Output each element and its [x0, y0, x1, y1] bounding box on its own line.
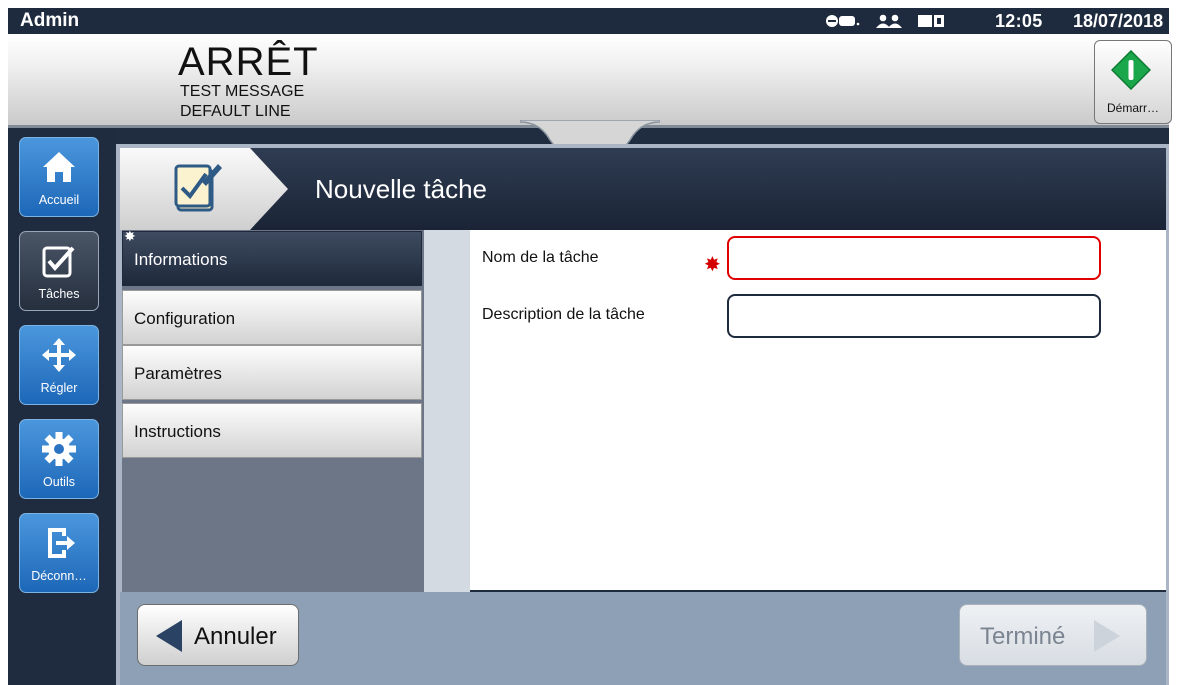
task-name-input[interactable]: [727, 236, 1101, 280]
nav-logout-button[interactable]: Déconn…: [19, 513, 99, 593]
clock-date: 18/07/2018: [1073, 11, 1164, 31]
current-line-name: DEFAULT LINE: [180, 103, 291, 120]
nav-tasks-label: Tâches: [38, 287, 80, 301]
cancel-button[interactable]: Annuler: [137, 604, 299, 666]
done-label: Terminé: [980, 623, 1066, 650]
done-button[interactable]: Terminé: [959, 604, 1147, 666]
move-icon: [42, 338, 76, 372]
tab-parametres[interactable]: Paramètres: [122, 345, 422, 400]
tab-instructions[interactable]: Instructions: [122, 403, 422, 458]
arrow-left-icon: [156, 620, 182, 652]
storage-icon: [918, 15, 944, 27]
clock-time: 12:05: [995, 11, 1043, 31]
home-icon: [43, 152, 75, 182]
cancel-label: Annuler: [194, 623, 277, 650]
nav-adjust-label: Régler: [40, 381, 78, 395]
start-icon: [1111, 50, 1151, 90]
nav-home-button[interactable]: Accueil: [19, 137, 99, 217]
tab-parametres-label: Paramètres: [134, 364, 222, 383]
tab-informations-label: Informations: [134, 250, 228, 269]
nav-logout-label: Déconn…: [31, 569, 87, 583]
printer-state: ARRÊT: [178, 40, 319, 84]
tasks-icon: [42, 246, 75, 278]
printhead-icon: [826, 15, 860, 27]
nav-tools-label: Outils: [43, 475, 75, 489]
task-description-label: Description de la tâche: [482, 306, 645, 323]
tab-configuration-label: Configuration: [134, 309, 236, 328]
task-name-label: Nom de la tâche: [482, 249, 599, 266]
current-message-name: TEST MESSAGE: [180, 83, 305, 100]
start-button[interactable]: Démarr…: [1094, 40, 1172, 124]
logout-icon: [48, 528, 75, 558]
tab-instructions-label: Instructions: [134, 422, 221, 441]
page-title: Nouvelle tâche: [315, 174, 487, 204]
users-icon: [876, 14, 902, 28]
start-label: Démarr…: [1106, 101, 1159, 115]
nav-home-label: Accueil: [38, 193, 80, 207]
nav-adjust-button[interactable]: Régler: [19, 325, 99, 405]
status-bar: Admin 12:05 18/07/2018: [8, 8, 1169, 34]
panel-splitter: [424, 230, 470, 592]
modified-marker-icon: ✸: [124, 228, 136, 244]
required-marker-icon: ✸: [704, 254, 721, 276]
nav-tools-button[interactable]: Outils: [19, 419, 99, 499]
gear-icon: [42, 432, 76, 466]
user-label: Admin: [20, 10, 80, 31]
form-area: [470, 230, 1166, 592]
tab-informations[interactable]: Informations: [122, 231, 422, 286]
nav-tasks-button[interactable]: Tâches: [19, 231, 99, 311]
arrow-right-icon: [1094, 620, 1120, 652]
tab-configuration[interactable]: Configuration: [122, 290, 422, 345]
title-arrow-tab: [120, 148, 288, 230]
task-description-input[interactable]: [727, 294, 1101, 338]
